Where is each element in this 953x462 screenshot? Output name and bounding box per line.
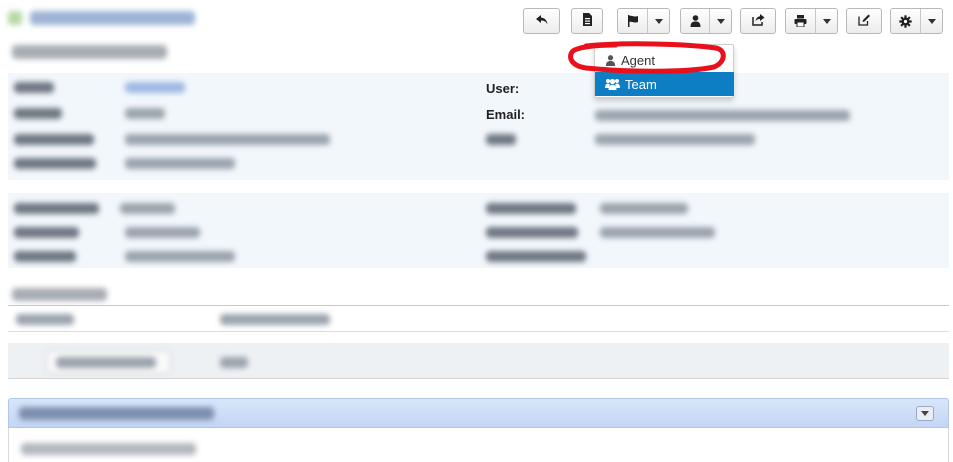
document-icon (582, 13, 593, 29)
caret-down-icon (822, 18, 831, 24)
document-button[interactable] (571, 8, 603, 34)
caret-down-icon (716, 18, 725, 24)
table-header (8, 305, 949, 332)
reply-icon (535, 14, 549, 29)
menu-item-agent[interactable]: Agent (595, 48, 734, 72)
assign-dropdown-menu: Agent Team (594, 44, 734, 98)
email-label: Email: (486, 107, 526, 122)
print-dropdown-toggle[interactable] (815, 9, 837, 33)
flag-dropdown-toggle[interactable] (647, 9, 669, 33)
settings-button[interactable] (890, 8, 943, 34)
collapsible-header[interactable] (8, 398, 949, 428)
edit-button[interactable] (846, 8, 882, 34)
gear-icon (891, 9, 920, 33)
person-dropdown-toggle[interactable] (709, 9, 731, 33)
share-icon (751, 13, 765, 29)
menu-item-label: Team (625, 76, 657, 92)
print-icon (786, 9, 815, 33)
menu-item-team[interactable]: Team (595, 72, 734, 96)
collapsible-body (8, 428, 949, 462)
menu-item-label: Agent (621, 52, 655, 68)
person-button[interactable] (680, 8, 732, 34)
caret-down-icon (654, 18, 663, 24)
section-heading-attachments (12, 288, 107, 301)
user-icon (681, 9, 709, 33)
caret-down-icon (921, 411, 929, 416)
section-heading-info (12, 45, 167, 59)
user-icon (605, 54, 616, 66)
table (8, 305, 949, 380)
edit-icon (857, 14, 871, 29)
flag-button[interactable] (617, 8, 670, 34)
caret-down-icon (927, 18, 936, 24)
user-label: User: (486, 81, 520, 96)
print-button[interactable] (785, 8, 838, 34)
back-button[interactable] (523, 8, 560, 34)
flag-icon (618, 9, 647, 33)
collapse-toggle[interactable] (916, 406, 934, 421)
settings-dropdown-toggle[interactable] (920, 9, 942, 33)
share-button[interactable] (740, 8, 776, 34)
users-icon (605, 78, 620, 90)
ticket-title (8, 8, 198, 28)
